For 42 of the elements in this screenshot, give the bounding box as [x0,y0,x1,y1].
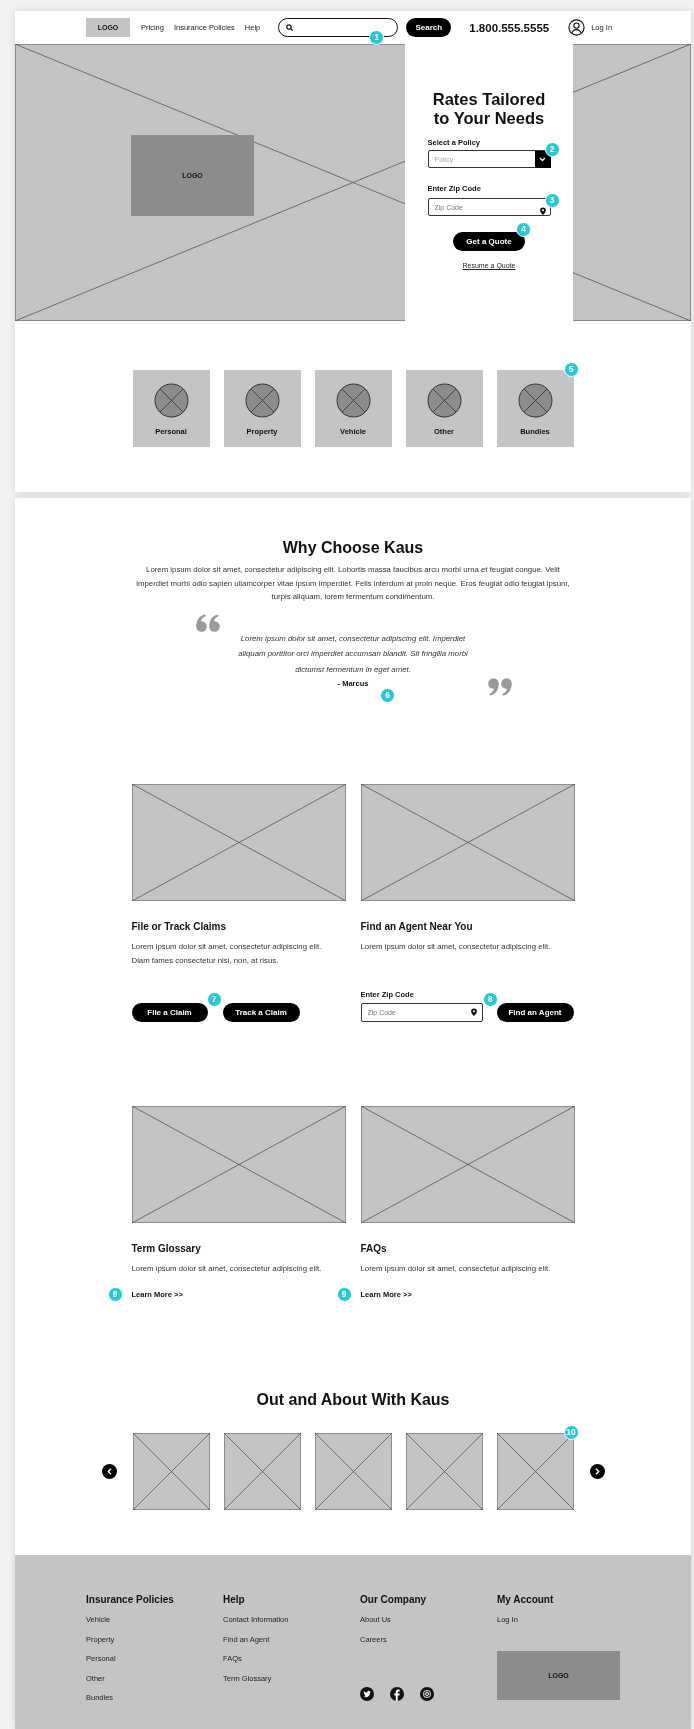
quote-close-icon [487,676,512,696]
card-title: FAQs [360,1243,388,1255]
action-button[interactable]: File a Claim [131,1003,208,1022]
annotation-marker: 8 [482,992,498,1007]
phone-number: 1.800.555.5555 [469,21,550,34]
find-agent-button[interactable]: Find an Agent [496,1003,574,1022]
annotation-marker: 6 [380,687,395,703]
footer-heading: My Account [497,1594,554,1606]
chevron-right-icon [594,1468,600,1475]
search-icon [286,24,294,31]
previous-button[interactable] [101,1464,117,1479]
category-icon [244,383,280,418]
footer-heading: Insurance Policies [86,1594,174,1606]
card-title: File or Track Claims [131,921,227,933]
quote-button[interactable]: Get a Quote [453,232,525,251]
section-title: Why Choose Kaus [281,539,425,557]
facebook-icon[interactable] [390,1687,404,1702]
camera-icon[interactable] [420,1687,434,1702]
annotation-marker: 7 [206,992,222,1007]
action-button[interactable]: Track a Claim [222,1003,300,1022]
next-button[interactable] [589,1464,605,1479]
chevron-down-icon [539,156,546,162]
annotation-marker: 4 [516,222,531,237]
annotation-marker: 9 [107,1287,123,1302]
category-icon [517,383,553,418]
section-title: Out and About With Kaus [255,1391,451,1409]
location-pin-icon [469,1008,478,1016]
search-button[interactable]: Search [406,18,452,37]
footer-heading: Help [223,1594,245,1606]
category-icon [426,383,462,418]
category-icon [153,383,189,418]
user-icon [568,19,586,36]
bird-icon[interactable] [360,1687,374,1702]
category-icon [335,383,371,418]
form-title: Rates Tailored to Your Needs [431,90,547,128]
chevron-left-icon [106,1468,112,1475]
footer-heading: Our Company [360,1594,427,1606]
location-pin-icon [538,207,547,215]
card-title: Find an Agent Near You [360,921,474,933]
quote-open-icon [196,613,221,633]
annotation-marker: 9 [336,1287,352,1302]
card-title: Term Glossary [131,1243,202,1255]
